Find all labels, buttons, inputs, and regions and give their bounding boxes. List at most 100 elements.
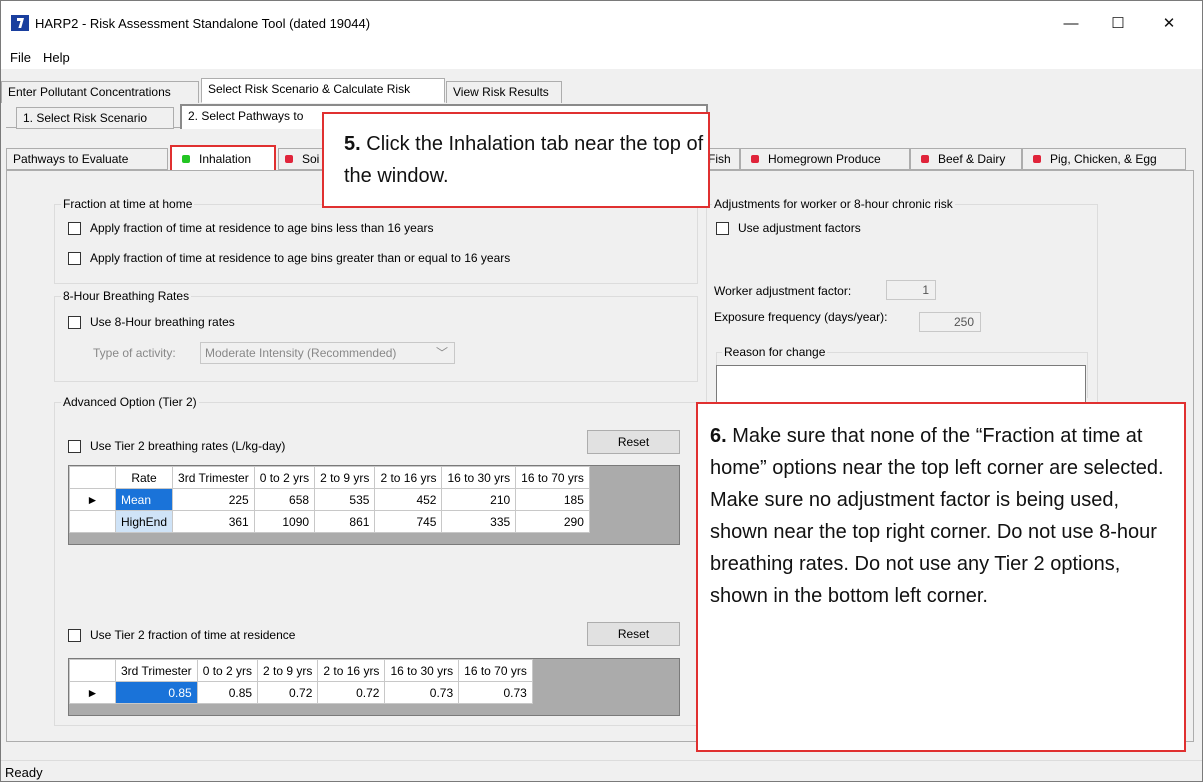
fraction-home-group — [54, 204, 698, 284]
table-row: ► 0.85 0.85 0.72 0.72 0.73 0.73 — [69, 681, 533, 704]
use-8hour-checkbox[interactable] — [68, 315, 81, 329]
table-header-row: Rate 3rd Trimester 0 to 2 yrs 2 to 9 yrs… — [69, 466, 590, 489]
column-header[interactable]: 16 to 30 yrs — [441, 466, 517, 489]
table-cell[interactable]: 861 — [314, 510, 376, 533]
fraction-under16-option[interactable]: Apply fraction of time at residence to a… — [68, 221, 434, 235]
tab-enter-pollutant[interactable]: Enter Pollutant Concentrations — [1, 81, 199, 103]
tab-homegrown-produce[interactable]: Homegrown Produce — [740, 148, 910, 170]
menu-help[interactable]: Help — [43, 50, 70, 65]
tier2-fraction-checkbox[interactable] — [68, 628, 81, 642]
row-pointer-icon[interactable]: ► — [69, 681, 116, 704]
row-selector-header — [69, 659, 116, 682]
status-green-icon — [182, 155, 190, 163]
tier2-fraction-option[interactable]: Use Tier 2 fraction of time at residence — [68, 628, 295, 642]
column-header[interactable]: 2 to 16 yrs — [317, 659, 386, 682]
status-red-icon — [1033, 155, 1041, 163]
table-cell[interactable]: 535 — [314, 488, 376, 511]
fraction-over16-option[interactable]: Apply fraction of time at residence to a… — [68, 251, 510, 265]
status-red-icon — [921, 155, 929, 163]
table-cell[interactable]: 452 — [374, 488, 443, 511]
tier2-breathing-option[interactable]: Use Tier 2 breathing rates (L/kg-day) — [68, 439, 285, 453]
column-header[interactable]: 2 to 9 yrs — [314, 466, 376, 489]
tab-select-risk-scenario[interactable]: Select Risk Scenario & Calculate Risk — [201, 78, 445, 103]
exposure-frequency-field[interactable]: 250 — [919, 312, 981, 332]
tier2-rates-table: Rate 3rd Trimester 0 to 2 yrs 2 to 9 yrs… — [69, 466, 590, 533]
table-cell[interactable]: Mean — [114, 488, 174, 511]
tab-soil[interactable]: Soi — [278, 148, 324, 170]
column-header[interactable]: 16 to 70 yrs — [458, 659, 533, 682]
title-bar: HARP2 - Risk Assessment Standalone Tool … — [1, 1, 1202, 45]
tab-view-risk-results[interactable]: View Risk Results — [446, 81, 562, 103]
table-cell[interactable]: 745 — [374, 510, 443, 533]
fraction-home-title: Fraction at time at home — [61, 197, 195, 211]
table-cell[interactable]: 361 — [172, 510, 255, 533]
status-red-icon — [285, 155, 293, 163]
status-text: Ready — [5, 765, 43, 780]
callout-6-text: Make sure that none of the “Fraction at … — [710, 425, 1164, 607]
tier2-fraction-grid[interactable]: 3rd Trimester 0 to 2 yrs 2 to 9 yrs 2 to… — [68, 658, 680, 716]
table-cell[interactable]: 0.72 — [257, 681, 319, 704]
table-header-row: 3rd Trimester 0 to 2 yrs 2 to 9 yrs 2 to… — [69, 659, 533, 682]
use-adjustment-label: Use adjustment factors — [738, 221, 861, 235]
table-cell[interactable]: 0.72 — [317, 681, 386, 704]
tab-pig-chicken-egg-label: Pig, Chicken, & Egg — [1050, 152, 1157, 166]
minimize-button[interactable]: — — [1048, 9, 1094, 39]
tab-inhalation[interactable]: Inhalation — [170, 145, 276, 172]
row-selector[interactable] — [69, 510, 116, 533]
maximize-button[interactable]: ☐ — [1095, 9, 1141, 39]
column-header[interactable]: 3rd Trimester — [172, 466, 255, 489]
tab-pig-chicken-egg[interactable]: Pig, Chicken, & Egg — [1022, 148, 1186, 170]
fraction-over16-checkbox[interactable] — [68, 251, 81, 265]
column-header[interactable]: 16 to 70 yrs — [515, 466, 590, 489]
column-header[interactable]: 2 to 16 yrs — [374, 466, 443, 489]
row-pointer-icon[interactable]: ► — [69, 488, 116, 511]
reset-fraction-button[interactable]: Reset — [587, 622, 680, 646]
column-header[interactable]: 2 to 9 yrs — [257, 659, 319, 682]
table-cell[interactable]: 0.73 — [458, 681, 533, 704]
column-header[interactable]: Rate — [114, 466, 174, 489]
worker-adjustments-title: Adjustments for worker or 8-hour chronic… — [712, 197, 955, 211]
table-cell[interactable]: 335 — [441, 510, 517, 533]
column-header[interactable]: 16 to 30 yrs — [384, 659, 460, 682]
reset-breathing-button[interactable]: Reset — [587, 430, 680, 454]
fraction-under16-checkbox[interactable] — [68, 221, 81, 235]
use-8hour-option[interactable]: Use 8-Hour breathing rates — [68, 315, 235, 329]
column-header[interactable]: 0 to 2 yrs — [253, 466, 316, 489]
table-cell[interactable]: HighEnd — [114, 510, 174, 533]
status-bar: Ready — [1, 760, 1202, 781]
table-row: ► Mean 225 658 535 452 210 185 — [69, 488, 590, 511]
table-cell[interactable]: 290 — [515, 510, 590, 533]
table-cell[interactable]: 1090 — [253, 510, 316, 533]
status-red-icon — [751, 155, 759, 163]
window-title: HARP2 - Risk Assessment Standalone Tool … — [35, 16, 371, 31]
use-8hour-label: Use 8-Hour breathing rates — [90, 315, 235, 329]
tab-soil-label: Soi — [302, 152, 320, 166]
table-cell[interactable]: 225 — [172, 488, 255, 511]
tier2-breathing-checkbox[interactable] — [68, 439, 81, 453]
worker-factor-field[interactable]: 1 — [886, 280, 936, 300]
table-cell[interactable]: 210 — [441, 488, 517, 511]
column-header[interactable]: 3rd Trimester — [115, 659, 198, 682]
use-adjustment-checkbox[interactable] — [716, 221, 729, 235]
tab-fish-label: Fish — [708, 152, 731, 166]
tab-select-risk-scenario-step[interactable]: 1. Select Risk Scenario — [16, 107, 174, 129]
use-adjustment-option[interactable]: Use adjustment factors — [716, 221, 861, 235]
column-header[interactable]: 0 to 2 yrs — [196, 659, 259, 682]
table-cell[interactable]: 0.85 — [115, 681, 198, 704]
table-cell[interactable]: 0.73 — [384, 681, 460, 704]
menu-file[interactable]: File — [10, 50, 31, 65]
tier2-rates-grid[interactable]: Rate 3rd Trimester 0 to 2 yrs 2 to 9 yrs… — [68, 465, 680, 545]
chevron-down-icon: ﹀ — [435, 346, 448, 360]
tab-beef-dairy[interactable]: Beef & Dairy — [910, 148, 1022, 170]
table-cell[interactable]: 658 — [253, 488, 316, 511]
tab-inhalation-label: Inhalation — [199, 152, 252, 166]
table-cell[interactable]: 0.85 — [196, 681, 259, 704]
close-button[interactable]: ✕ — [1146, 9, 1192, 39]
tier2-fraction-label: Use Tier 2 fraction of time at residence — [90, 628, 296, 642]
tab-pathways-to-evaluate[interactable]: Pathways to Evaluate — [6, 148, 168, 170]
reason-for-change-input[interactable] — [716, 365, 1086, 403]
callout-5-number: 5. — [344, 133, 361, 155]
table-cell[interactable]: 185 — [515, 488, 590, 511]
breathing-rates-group — [54, 296, 698, 382]
activity-type-dropdown[interactable]: Moderate Intensity (Recommended) ﹀ — [200, 342, 455, 364]
